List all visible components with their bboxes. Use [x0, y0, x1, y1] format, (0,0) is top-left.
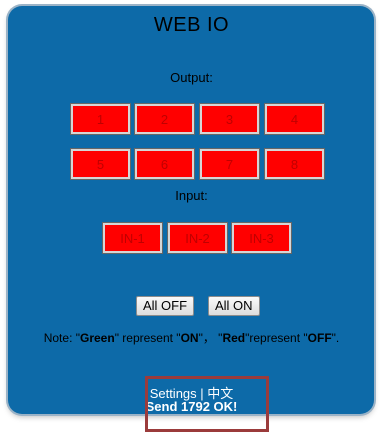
- output-button-6[interactable]: 6: [134, 148, 195, 180]
- legend-note: Note: "Green" represent "ON"， "Red"repre…: [43, 331, 340, 345]
- note-green: Green: [80, 331, 115, 345]
- note-on: ON: [180, 331, 199, 345]
- note-red: Red: [222, 331, 246, 345]
- note-off: OFF: [307, 331, 332, 345]
- output-button-2[interactable]: 2: [134, 103, 195, 135]
- page-title: WEB IO: [153, 14, 230, 36]
- output-button-8[interactable]: 8: [264, 148, 325, 180]
- input-button-3[interactable]: IN-3: [231, 222, 292, 254]
- all-off-button[interactable]: All OFF: [136, 296, 195, 316]
- output-section-label: Output:: [170, 70, 213, 85]
- output-button-5[interactable]: 5: [70, 148, 131, 180]
- input-button-2[interactable]: IN-2: [167, 222, 228, 254]
- all-on-button[interactable]: All ON: [208, 296, 260, 316]
- input-section-label: Input:: [175, 188, 208, 203]
- highlight-box: [145, 376, 269, 432]
- web-io-panel: [8, 6, 374, 414]
- input-button-1[interactable]: IN-1: [102, 222, 163, 254]
- output-button-1[interactable]: 1: [70, 103, 131, 135]
- output-button-4[interactable]: 4: [264, 103, 325, 135]
- output-button-3[interactable]: 3: [199, 103, 260, 135]
- output-button-7[interactable]: 7: [199, 148, 260, 180]
